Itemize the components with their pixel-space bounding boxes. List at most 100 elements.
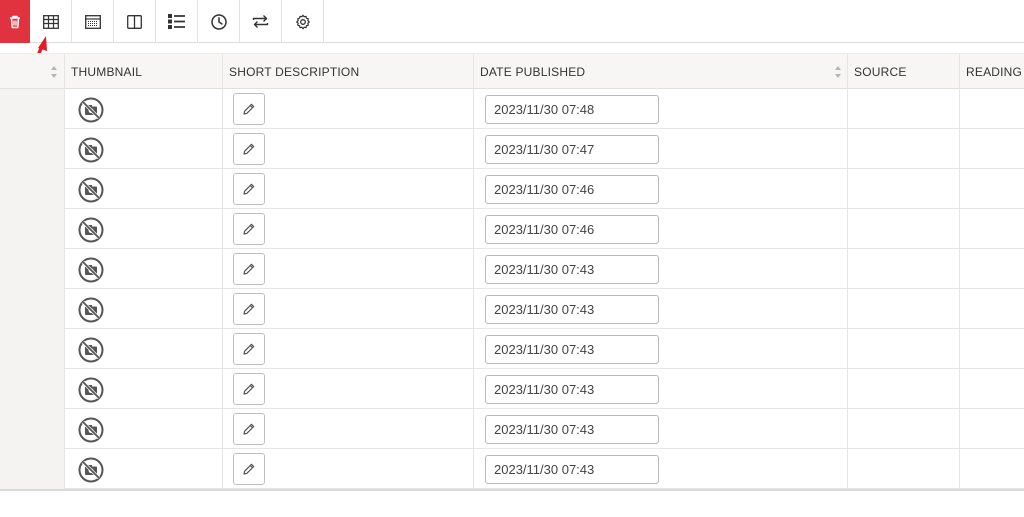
no-image-icon[interactable] — [78, 337, 104, 363]
thumbnail-cell[interactable] — [64, 89, 222, 129]
reading-time-cell[interactable] — [959, 249, 1024, 289]
reading-time-cell[interactable] — [959, 329, 1024, 369]
date-published-input[interactable]: 2023/11/30 07:43 — [485, 255, 659, 284]
edit-description-button[interactable] — [233, 293, 265, 325]
row-selector-cell[interactable] — [0, 169, 64, 209]
source-cell[interactable] — [847, 289, 959, 329]
table-header: THUMBNAIL SHORT DESCRIPTION DATE PUBLISH… — [0, 53, 1024, 90]
row-selector-cell[interactable] — [0, 89, 64, 129]
date-published-input[interactable]: 2023/11/30 07:43 — [485, 375, 659, 404]
no-image-icon[interactable] — [78, 137, 104, 163]
no-image-icon[interactable] — [78, 97, 104, 123]
thumbnail-cell[interactable] — [64, 409, 222, 449]
pencil-icon — [243, 383, 255, 395]
pencil-icon — [243, 183, 255, 195]
column-header-thumbnail[interactable]: THUMBNAIL — [64, 54, 222, 90]
row-selector-cell[interactable] — [0, 369, 64, 409]
no-image-icon[interactable] — [78, 217, 104, 243]
edit-description-button[interactable] — [233, 333, 265, 365]
source-cell[interactable] — [847, 209, 959, 249]
row-selector-cell[interactable] — [0, 249, 64, 289]
gear-icon — [295, 14, 310, 29]
column-header-reading-time[interactable]: READING TIME — [959, 54, 1024, 90]
select-column-header[interactable] — [0, 54, 64, 90]
row-selector-cell[interactable] — [0, 289, 64, 329]
spreadsheet-view-button[interactable] — [72, 0, 114, 43]
column-header-short-description[interactable]: SHORT DESCRIPTION — [222, 54, 473, 90]
row-selector-cell[interactable] — [0, 409, 64, 449]
date-published-cell: 2023/11/30 07:43 — [473, 329, 847, 369]
thumbnail-cell[interactable] — [64, 129, 222, 169]
date-published-input[interactable]: 2023/11/30 07:48 — [485, 95, 659, 124]
date-published-input[interactable]: 2023/11/30 07:43 — [485, 455, 659, 484]
date-published-input[interactable]: 2023/11/30 07:46 — [485, 215, 659, 244]
sync-button[interactable] — [240, 0, 282, 43]
date-published-cell: 2023/11/30 07:43 — [473, 449, 847, 489]
no-image-icon[interactable] — [78, 297, 104, 323]
reading-time-cell[interactable] — [959, 289, 1024, 329]
date-published-cell: 2023/11/30 07:47 — [473, 129, 847, 169]
edit-description-button[interactable] — [233, 453, 265, 485]
thumbnail-cell[interactable] — [64, 369, 222, 409]
date-published-input[interactable]: 2023/11/30 07:43 — [485, 335, 659, 364]
source-cell[interactable] — [847, 129, 959, 169]
row-selector-cell[interactable] — [0, 449, 64, 489]
date-published-cell: 2023/11/30 07:43 — [473, 289, 847, 329]
short-description-cell — [222, 89, 473, 129]
date-published-cell: 2023/11/30 07:43 — [473, 409, 847, 449]
reading-time-cell[interactable] — [959, 449, 1024, 489]
edit-description-button[interactable] — [233, 213, 265, 245]
no-image-icon[interactable] — [78, 177, 104, 203]
table-row: 2023/11/30 07:43 — [0, 329, 1024, 369]
no-image-icon[interactable] — [78, 257, 104, 283]
reading-time-cell[interactable] — [959, 169, 1024, 209]
source-cell[interactable] — [847, 449, 959, 489]
edit-description-button[interactable] — [233, 173, 265, 205]
row-selector-cell[interactable] — [0, 129, 64, 169]
toolbar — [0, 0, 1024, 43]
column-header-source[interactable]: SOURCE — [847, 54, 959, 90]
source-cell[interactable] — [847, 329, 959, 369]
sort-icon[interactable] — [834, 65, 842, 79]
date-published-input[interactable]: 2023/11/30 07:47 — [485, 135, 659, 164]
no-image-icon[interactable] — [78, 457, 104, 483]
list-view-button[interactable] — [156, 0, 198, 43]
no-image-icon[interactable] — [78, 417, 104, 443]
edit-description-button[interactable] — [233, 413, 265, 445]
reading-time-cell[interactable] — [959, 369, 1024, 409]
thumbnail-cell[interactable] — [64, 289, 222, 329]
source-cell[interactable] — [847, 369, 959, 409]
edit-description-button[interactable] — [233, 93, 265, 125]
thumbnail-cell[interactable] — [64, 329, 222, 369]
delete-button[interactable] — [0, 0, 30, 43]
source-cell[interactable] — [847, 169, 959, 209]
date-published-input[interactable]: 2023/11/30 07:43 — [485, 295, 659, 324]
reading-time-cell[interactable] — [959, 89, 1024, 129]
reading-time-cell[interactable] — [959, 129, 1024, 169]
thumbnail-cell[interactable] — [64, 169, 222, 209]
thumbnail-cell[interactable] — [64, 209, 222, 249]
pencil-icon — [243, 463, 255, 475]
reading-time-cell[interactable] — [959, 209, 1024, 249]
column-header-date-published[interactable]: DATE PUBLISHED — [473, 54, 847, 90]
settings-button[interactable] — [282, 0, 324, 43]
date-published-input[interactable]: 2023/11/30 07:46 — [485, 175, 659, 204]
table-row: 2023/11/30 07:46 — [0, 169, 1024, 209]
sort-icon[interactable] — [50, 65, 58, 79]
thumbnail-cell[interactable] — [64, 249, 222, 289]
edit-description-button[interactable] — [233, 373, 265, 405]
thumbnail-cell[interactable] — [64, 449, 222, 489]
date-published-input[interactable]: 2023/11/30 07:43 — [485, 415, 659, 444]
history-button[interactable] — [198, 0, 240, 43]
short-description-cell — [222, 409, 473, 449]
source-cell[interactable] — [847, 89, 959, 129]
row-selector-cell[interactable] — [0, 329, 64, 369]
split-view-button[interactable] — [114, 0, 156, 43]
edit-description-button[interactable] — [233, 253, 265, 285]
reading-time-cell[interactable] — [959, 409, 1024, 449]
source-cell[interactable] — [847, 249, 959, 289]
edit-description-button[interactable] — [233, 133, 265, 165]
source-cell[interactable] — [847, 409, 959, 449]
no-image-icon[interactable] — [78, 377, 104, 403]
row-selector-cell[interactable] — [0, 209, 64, 249]
